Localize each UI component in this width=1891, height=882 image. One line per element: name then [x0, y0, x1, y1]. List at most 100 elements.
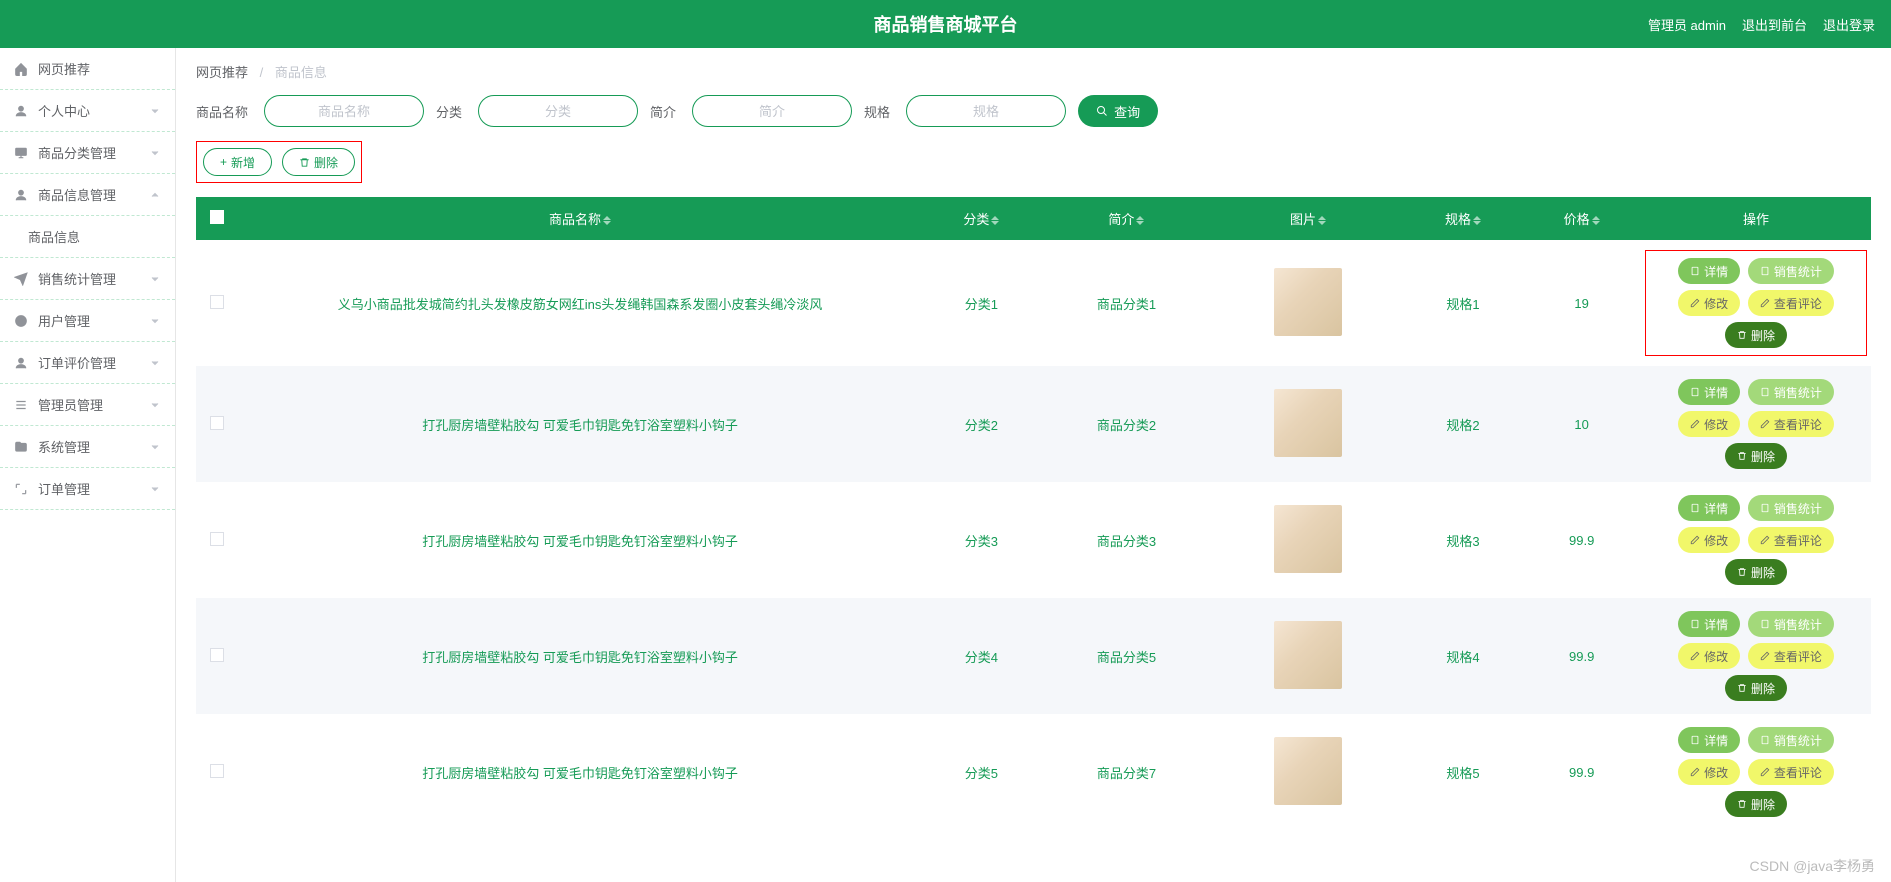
col-category[interactable]: 分类	[922, 197, 1041, 240]
search-category-label: 分类	[436, 102, 462, 121]
table-row: 打孔厨房墙壁粘胶勾 可爱毛巾钥匙免钉浴室塑料小钩子 分类5 商品分类7 规格5 …	[196, 714, 1871, 830]
chevron-down-icon	[149, 105, 161, 117]
row-checkbox[interactable]	[210, 295, 224, 309]
search-intro-label: 简介	[650, 102, 676, 121]
stat-button[interactable]: 销售统计	[1748, 379, 1834, 405]
product-image[interactable]	[1274, 737, 1342, 805]
sidebar-item-label: 网页推荐	[38, 59, 90, 78]
product-image[interactable]	[1274, 621, 1342, 689]
sidebar-item-6[interactable]: 订单评价管理	[0, 342, 175, 384]
trash-icon	[1737, 567, 1747, 577]
cell-name[interactable]: 打孔厨房墙壁粘胶勾 可爱毛巾钥匙免钉浴室塑料小钩子	[238, 482, 922, 598]
edit-button[interactable]: 修改	[1678, 411, 1740, 437]
doc-icon	[1760, 735, 1770, 745]
search-row: 商品名称 分类 简介 规格 查询	[196, 95, 1871, 127]
col-name[interactable]: 商品名称	[238, 197, 922, 240]
detail-button[interactable]: 详情	[1678, 611, 1740, 637]
expand-icon	[14, 482, 28, 496]
edit-button[interactable]: 修改	[1678, 290, 1740, 316]
col-price[interactable]: 价格	[1522, 197, 1641, 240]
table-row: 打孔厨房墙壁粘胶勾 可爱毛巾钥匙免钉浴室塑料小钩子 分类4 商品分类5 规格4 …	[196, 598, 1871, 714]
cell-category: 分类1	[922, 240, 1041, 366]
cell-name[interactable]: 义乌小商品批发城简约扎头发橡皮筋女网红ins头发绳韩国森系发圈小皮套头绳冷淡风	[238, 240, 922, 366]
search-category-input[interactable]	[478, 95, 638, 127]
edit-button[interactable]: 修改	[1678, 527, 1740, 553]
main-content: 网页推荐 / 商品信息 商品名称 分类 简介 规格 查询 + 新增	[176, 48, 1891, 882]
detail-button[interactable]: 详情	[1678, 495, 1740, 521]
comment-button[interactable]: 查看评论	[1748, 411, 1834, 437]
search-spec-label: 规格	[864, 102, 890, 121]
doc-icon	[1690, 735, 1700, 745]
action-row: + 新增 删除	[196, 141, 362, 183]
header-front[interactable]: 退出到前台	[1742, 15, 1807, 34]
header-user[interactable]: 管理员 admin	[1648, 15, 1726, 34]
list-icon	[14, 398, 28, 412]
sort-icon	[1136, 215, 1144, 226]
row-delete-button[interactable]: 删除	[1725, 675, 1787, 701]
select-all-checkbox[interactable]	[210, 210, 224, 224]
sidebar-sub-item[interactable]: 商品信息	[0, 216, 175, 258]
edit-button[interactable]: 修改	[1678, 643, 1740, 669]
clock-icon	[14, 314, 28, 328]
row-checkbox[interactable]	[210, 648, 224, 662]
sidebar-item-label: 订单管理	[38, 479, 90, 498]
detail-button[interactable]: 详情	[1678, 727, 1740, 753]
chevron-up-icon	[149, 189, 161, 201]
search-button[interactable]: 查询	[1078, 95, 1158, 127]
sidebar-item-8[interactable]: 系统管理	[0, 426, 175, 468]
cell-name[interactable]: 打孔厨房墙壁粘胶勾 可爱毛巾钥匙免钉浴室塑料小钩子	[238, 714, 922, 830]
stat-button[interactable]: 销售统计	[1748, 611, 1834, 637]
search-name-input[interactable]	[264, 95, 424, 127]
row-checkbox[interactable]	[210, 532, 224, 546]
product-image[interactable]	[1274, 505, 1342, 573]
header-logout[interactable]: 退出登录	[1823, 15, 1875, 34]
row-checkbox[interactable]	[210, 764, 224, 778]
comment-button[interactable]: 查看评论	[1748, 527, 1834, 553]
product-image[interactable]	[1274, 389, 1342, 457]
comment-button[interactable]: 查看评论	[1748, 759, 1834, 785]
product-image[interactable]	[1274, 268, 1342, 336]
detail-button[interactable]: 详情	[1678, 258, 1740, 284]
row-checkbox[interactable]	[210, 416, 224, 430]
header-title: 商品销售商城平台	[874, 11, 1018, 37]
sidebar-item-3[interactable]: 商品信息管理	[0, 174, 175, 216]
breadcrumb-sep: /	[260, 65, 264, 80]
sidebar-item-2[interactable]: 商品分类管理	[0, 132, 175, 174]
sidebar-item-7[interactable]: 管理员管理	[0, 384, 175, 426]
row-delete-button[interactable]: 删除	[1725, 791, 1787, 817]
user-icon	[14, 356, 28, 370]
sidebar-item-0[interactable]: 网页推荐	[0, 48, 175, 90]
add-button[interactable]: + 新增	[203, 148, 272, 176]
edit-icon	[1760, 298, 1770, 308]
cell-name[interactable]: 打孔厨房墙壁粘胶勾 可爱毛巾钥匙免钉浴室塑料小钩子	[238, 598, 922, 714]
stat-button[interactable]: 销售统计	[1748, 495, 1834, 521]
cell-category: 分类5	[922, 714, 1041, 830]
stat-button[interactable]: 销售统计	[1748, 258, 1834, 284]
breadcrumb-root[interactable]: 网页推荐	[196, 65, 248, 80]
comment-button[interactable]: 查看评论	[1748, 643, 1834, 669]
search-intro-input[interactable]	[692, 95, 852, 127]
sidebar-item-4[interactable]: 销售统计管理	[0, 258, 175, 300]
cell-intro: 商品分类5	[1041, 598, 1213, 714]
plus-icon: +	[220, 155, 227, 169]
sidebar-item-1[interactable]: 个人中心	[0, 90, 175, 132]
stat-button[interactable]: 销售统计	[1748, 727, 1834, 753]
col-intro[interactable]: 简介	[1041, 197, 1213, 240]
chevron-down-icon	[149, 357, 161, 369]
cell-name[interactable]: 打孔厨房墙壁粘胶勾 可爱毛巾钥匙免钉浴室塑料小钩子	[238, 366, 922, 482]
edit-button[interactable]: 修改	[1678, 759, 1740, 785]
sidebar-item-5[interactable]: 用户管理	[0, 300, 175, 342]
col-spec[interactable]: 规格	[1404, 197, 1523, 240]
row-delete-button[interactable]: 删除	[1725, 322, 1787, 348]
search-spec-input[interactable]	[906, 95, 1066, 127]
cell-category: 分类3	[922, 482, 1041, 598]
sidebar-item-9[interactable]: 订单管理	[0, 468, 175, 510]
col-img[interactable]: 图片	[1212, 197, 1404, 240]
comment-button[interactable]: 查看评论	[1748, 290, 1834, 316]
detail-button[interactable]: 详情	[1678, 379, 1740, 405]
row-delete-button[interactable]: 删除	[1725, 443, 1787, 469]
edit-icon	[1690, 419, 1700, 429]
sidebar: 网页推荐个人中心商品分类管理商品信息管理商品信息销售统计管理用户管理订单评价管理…	[0, 48, 176, 882]
delete-button[interactable]: 删除	[282, 148, 355, 176]
row-delete-button[interactable]: 删除	[1725, 559, 1787, 585]
